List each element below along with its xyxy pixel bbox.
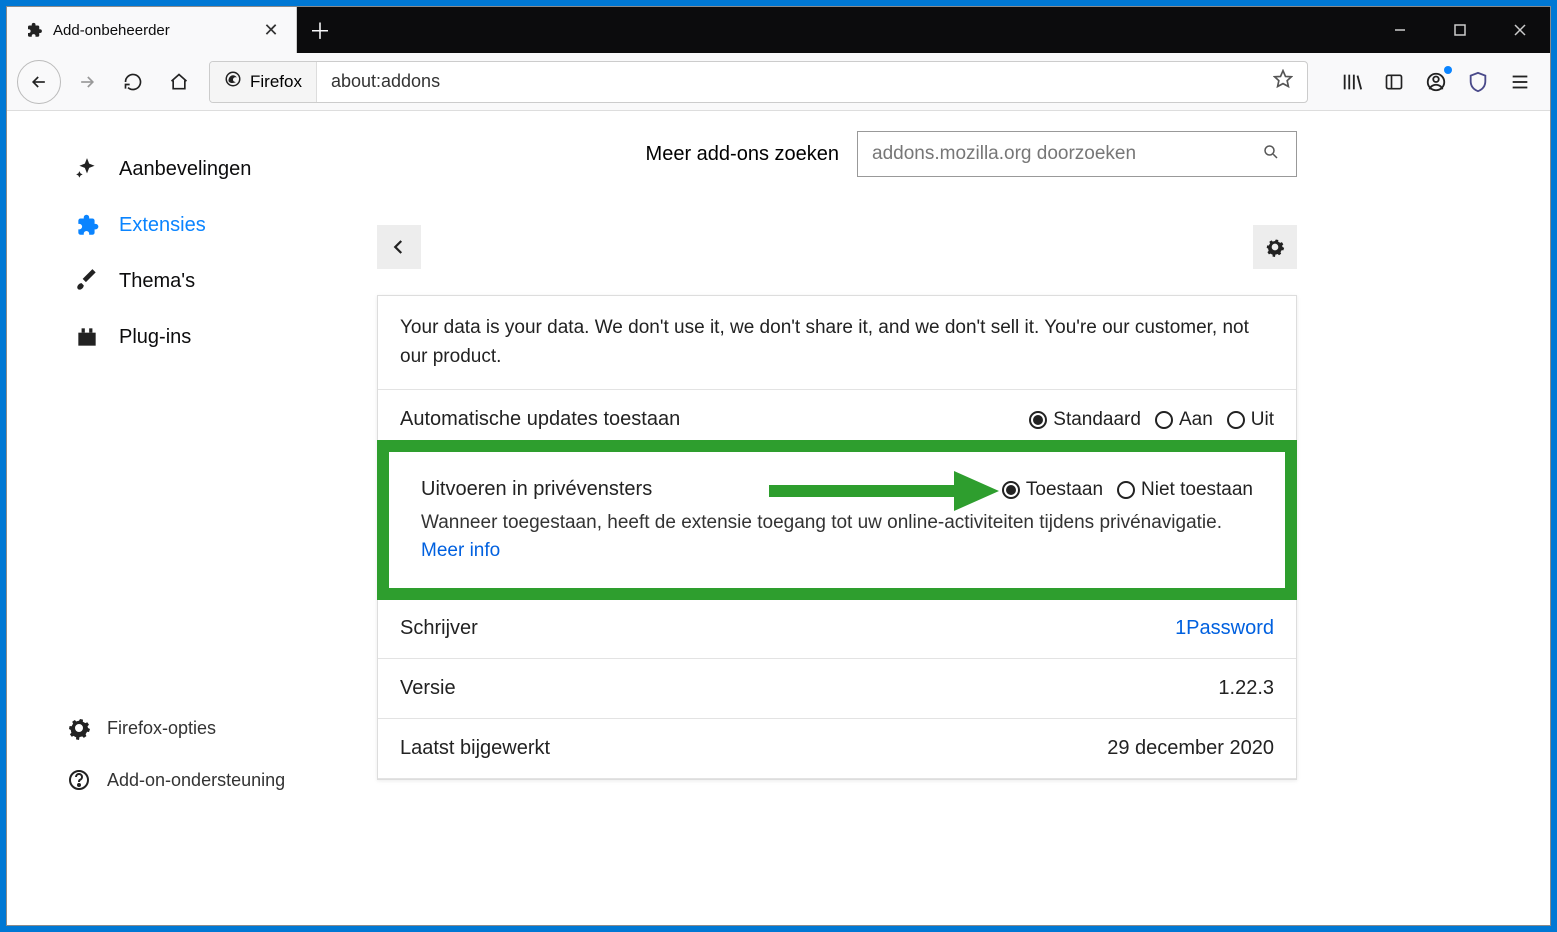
radio-private-deny[interactable]: Niet toestaan [1117, 479, 1253, 501]
private-windows-description: Wanneer toegestaan, heeft de extensie to… [421, 512, 1222, 533]
back-to-list-button[interactable] [377, 225, 421, 269]
more-info-link[interactable]: Meer info [421, 540, 500, 561]
gear-icon [67, 716, 91, 740]
addon-description: Your data is your data. We don't use it,… [378, 296, 1296, 390]
close-tab-button[interactable]: ✕ [260, 20, 282, 41]
puzzle-icon [73, 211, 101, 239]
radio-updates-on[interactable]: Aan [1155, 409, 1213, 431]
sidebar-item-plugins[interactable]: Plug-ins [67, 309, 377, 365]
version-label: Versie [400, 677, 456, 700]
last-updated-label: Laatst bijgewerkt [400, 737, 550, 760]
close-window-button[interactable] [1490, 7, 1550, 53]
author-row: Schrijver 1Password [378, 599, 1296, 659]
title-bar: Add-onbeheerder ✕ ＋ [7, 7, 1550, 53]
last-updated-value: 29 december 2020 [1107, 737, 1274, 760]
auto-updates-label: Automatische updates toestaan [400, 408, 680, 431]
brush-icon [73, 267, 101, 295]
sidebar-label: Plug-ins [119, 326, 191, 349]
minimize-button[interactable] [1370, 7, 1430, 53]
home-button[interactable] [159, 62, 199, 102]
bookmark-star-icon[interactable] [1259, 69, 1307, 94]
sidebar-toggle-icon[interactable] [1374, 62, 1414, 102]
addon-settings-gear-button[interactable] [1253, 225, 1297, 269]
nav-toolbar: Firefox about:addons [7, 53, 1550, 111]
library-icon[interactable] [1332, 62, 1372, 102]
sparkle-icon [73, 155, 101, 183]
highlight-annotation: Uitvoeren in privévensters Toestaan Niet… [377, 440, 1297, 600]
search-addons-label: Meer add-ons zoeken [646, 143, 839, 166]
firefox-icon [224, 70, 242, 93]
identity-box[interactable]: Firefox [210, 62, 317, 102]
addon-detail-panel: Meer add-ons zoeken [377, 111, 1377, 820]
sidebar-item-firefox-options[interactable]: Firefox-opties [67, 705, 377, 751]
search-addons-input[interactable] [872, 143, 1262, 165]
sidebar-item-themes[interactable]: Thema's [67, 253, 377, 309]
addons-sidebar: Aanbevelingen Extensies Thema's [7, 111, 377, 820]
new-tab-button[interactable]: ＋ [297, 7, 343, 53]
reload-button[interactable] [113, 62, 153, 102]
maximize-button[interactable] [1430, 7, 1490, 53]
url-bar[interactable]: Firefox about:addons [209, 61, 1308, 103]
version-row: Versie 1.22.3 [378, 659, 1296, 719]
sidebar-label: Thema's [119, 270, 195, 293]
search-icon [1262, 143, 1282, 166]
account-icon[interactable] [1416, 62, 1456, 102]
search-addons-input-wrapper[interactable] [857, 131, 1297, 177]
tab-title: Add-onbeheerder [53, 22, 250, 39]
browser-tab[interactable]: Add-onbeheerder ✕ [7, 7, 297, 53]
sidebar-label: Extensies [119, 214, 206, 237]
app-menu-button[interactable] [1500, 62, 1540, 102]
identity-label: Firefox [250, 72, 302, 92]
version-value: 1.22.3 [1218, 677, 1274, 700]
sidebar-item-addon-support[interactable]: Add-on-ondersteuning [67, 757, 377, 803]
sidebar-label: Add-on-ondersteuning [107, 770, 285, 791]
private-windows-row: Uitvoeren in privévensters Toestaan Niet… [399, 460, 1275, 582]
sidebar-label: Aanbevelingen [119, 158, 251, 181]
radio-private-allow[interactable]: Toestaan [1002, 479, 1103, 501]
private-windows-label: Uitvoeren in privévensters [421, 478, 652, 501]
last-updated-row: Laatst bijgewerkt 29 december 2020 [378, 719, 1296, 779]
author-link[interactable]: 1Password [1175, 617, 1274, 640]
help-icon [67, 768, 91, 792]
back-button[interactable] [17, 60, 61, 104]
auto-updates-row: Automatische updates toestaan Standaard … [378, 390, 1296, 441]
author-label: Schrijver [400, 617, 478, 640]
forward-button[interactable] [67, 62, 107, 102]
radio-updates-default[interactable]: Standaard [1029, 409, 1141, 431]
url-text: about:addons [317, 71, 1259, 92]
sidebar-item-extensions[interactable]: Extensies [67, 197, 377, 253]
radio-updates-off[interactable]: Uit [1227, 409, 1274, 431]
plugin-icon [73, 323, 101, 351]
sidebar-item-recommendations[interactable]: Aanbevelingen [67, 141, 377, 197]
tracking-protection-icon[interactable] [1458, 62, 1498, 102]
sidebar-label: Firefox-opties [107, 718, 216, 739]
puzzle-icon [25, 21, 43, 39]
